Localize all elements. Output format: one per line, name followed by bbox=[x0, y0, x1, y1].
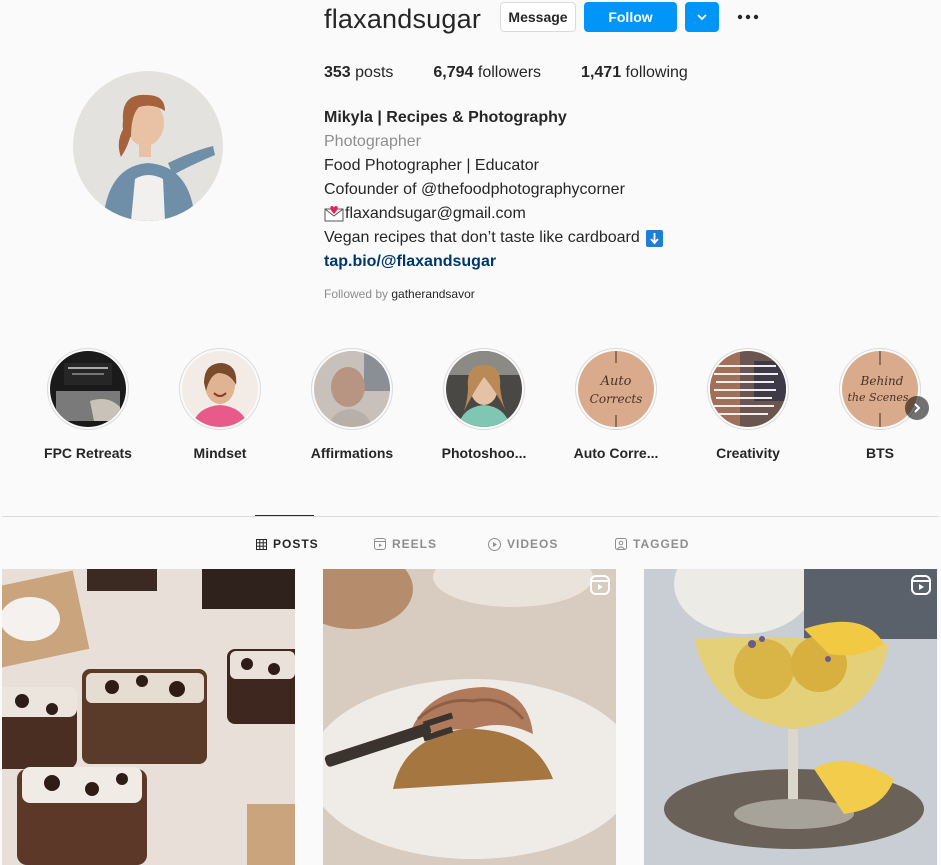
following-stat[interactable]: 1,471 following bbox=[581, 64, 688, 82]
tab-label: TAGGED bbox=[633, 537, 690, 551]
highlight-label: Mindset bbox=[193, 445, 247, 461]
followers-label: followers bbox=[477, 64, 542, 81]
tagged-icon bbox=[615, 538, 627, 550]
avatar-image bbox=[73, 71, 223, 221]
svg-text:Auto: Auto bbox=[600, 374, 632, 389]
svg-text:Behind: Behind bbox=[860, 374, 904, 388]
highlight-cover bbox=[182, 351, 258, 427]
profile-full-name: Mikyla | Recipes & Photography bbox=[324, 109, 567, 126]
active-tab-indicator bbox=[255, 515, 314, 516]
highlight-creativity[interactable]: Creativity bbox=[698, 348, 798, 461]
message-button[interactable]: Message bbox=[500, 2, 576, 32]
following-label: following bbox=[625, 64, 688, 81]
following-count: 1,471 bbox=[581, 64, 622, 81]
followed-by-user: gatherandsavor bbox=[391, 287, 475, 301]
post-cookie-cake[interactable] bbox=[323, 569, 616, 865]
tab-tagged[interactable]: TAGGED bbox=[615, 537, 689, 551]
highlight-affirmations[interactable]: Affirmations bbox=[302, 348, 402, 461]
play-icon bbox=[488, 537, 501, 551]
profile-username: flaxandsugar bbox=[324, 4, 482, 34]
highlight-cover bbox=[446, 351, 522, 427]
highlight-ring bbox=[179, 348, 261, 430]
tab-posts[interactable]: POSTS bbox=[256, 537, 319, 551]
svg-text:Corrects: Corrects bbox=[590, 392, 643, 406]
highlight-ring bbox=[47, 348, 129, 430]
highlight-label: FPC Retreats bbox=[44, 445, 132, 461]
reels-icon bbox=[374, 538, 386, 550]
highlight-label: Auto Corre... bbox=[573, 445, 659, 461]
suggested-dropdown-button[interactable] bbox=[685, 2, 719, 32]
tab-label: VIDEOS bbox=[507, 537, 559, 551]
followers-stat[interactable]: 6,794 followers bbox=[433, 64, 541, 82]
tab-label: POSTS bbox=[273, 537, 319, 551]
posts-stat: 353 posts bbox=[324, 64, 393, 82]
post-lemon-sorbet[interactable] bbox=[644, 569, 937, 865]
highlights-next-button[interactable] bbox=[905, 396, 929, 420]
chevron-right-icon bbox=[914, 403, 921, 413]
followed-by-label: Followed by bbox=[324, 287, 389, 301]
highlight-cover bbox=[314, 351, 390, 427]
follow-button[interactable]: Follow bbox=[584, 2, 677, 32]
profile-category: Photographer bbox=[324, 133, 421, 150]
profile-stats: 353 posts 6,794 followers 1,471 followin… bbox=[324, 64, 728, 82]
post-image bbox=[644, 569, 937, 865]
bio-vegan-text: Vegan recipes that don’t taste like card… bbox=[324, 229, 640, 246]
highlight-cover bbox=[50, 351, 126, 427]
highlight-ring bbox=[443, 348, 525, 430]
tabs-divider bbox=[2, 516, 939, 517]
highlight-label: Affirmations bbox=[310, 445, 394, 461]
highlight-ring bbox=[707, 348, 789, 430]
highlight-photoshoots[interactable]: Photoshoo... bbox=[434, 348, 534, 461]
bio-email: flaxandsugar@gmail.com bbox=[345, 205, 526, 222]
highlight-cover: Behind the Scenes bbox=[842, 351, 918, 427]
posts-count: 353 bbox=[324, 64, 351, 81]
chevron-down-icon bbox=[697, 14, 707, 21]
highlight-cover: Auto Corrects bbox=[578, 351, 654, 427]
tab-label: REELS bbox=[392, 537, 438, 551]
post-image bbox=[2, 569, 295, 865]
bio-line-cofounder: Cofounder of @thefoodphotographycorner bbox=[324, 181, 625, 198]
bio-line-vegan: Vegan recipes that don’t taste like card… bbox=[324, 226, 884, 250]
followed-by[interactable]: Followed by gatherandsavor bbox=[324, 287, 475, 301]
highlight-mindset[interactable]: Mindset bbox=[170, 348, 270, 461]
reel-badge-icon bbox=[911, 575, 931, 595]
more-options-icon[interactable] bbox=[737, 8, 759, 26]
highlight-fpc-retreats[interactable]: FPC Retreats bbox=[38, 348, 138, 461]
highlight-auto-corrects[interactable]: Auto Corrects Auto Corre... bbox=[566, 348, 666, 461]
highlight-label: Creativity bbox=[716, 445, 780, 461]
highlight-ring bbox=[311, 348, 393, 430]
down-arrow-icon bbox=[645, 229, 663, 247]
post-brownie-bars[interactable] bbox=[2, 569, 295, 865]
svg-text:the Scenes: the Scenes bbox=[848, 391, 909, 404]
love-letter-icon bbox=[324, 206, 344, 222]
tab-reels[interactable]: REELS bbox=[374, 537, 437, 551]
profile-avatar[interactable] bbox=[73, 71, 223, 221]
grid-icon bbox=[256, 538, 267, 550]
highlight-ring: Auto Corrects bbox=[575, 348, 657, 430]
highlight-label: Photoshoo... bbox=[441, 445, 527, 461]
highlight-ring: Behind the Scenes bbox=[839, 348, 921, 430]
reel-badge-icon bbox=[590, 575, 610, 595]
highlight-cover bbox=[710, 351, 786, 427]
profile-bio: Mikyla | Recipes & Photography Photograp… bbox=[324, 106, 884, 274]
bio-line-title: Food Photographer | Educator bbox=[324, 157, 539, 174]
bio-link[interactable]: tap.bio/@flaxandsugar bbox=[324, 250, 884, 274]
bio-line-email: flaxandsugar@gmail.com bbox=[324, 202, 884, 226]
tab-videos[interactable]: VIDEOS bbox=[488, 537, 558, 551]
posts-label: posts bbox=[355, 64, 394, 81]
followers-count: 6,794 bbox=[433, 64, 474, 81]
highlight-label: BTS bbox=[866, 445, 894, 461]
post-image bbox=[323, 569, 616, 865]
